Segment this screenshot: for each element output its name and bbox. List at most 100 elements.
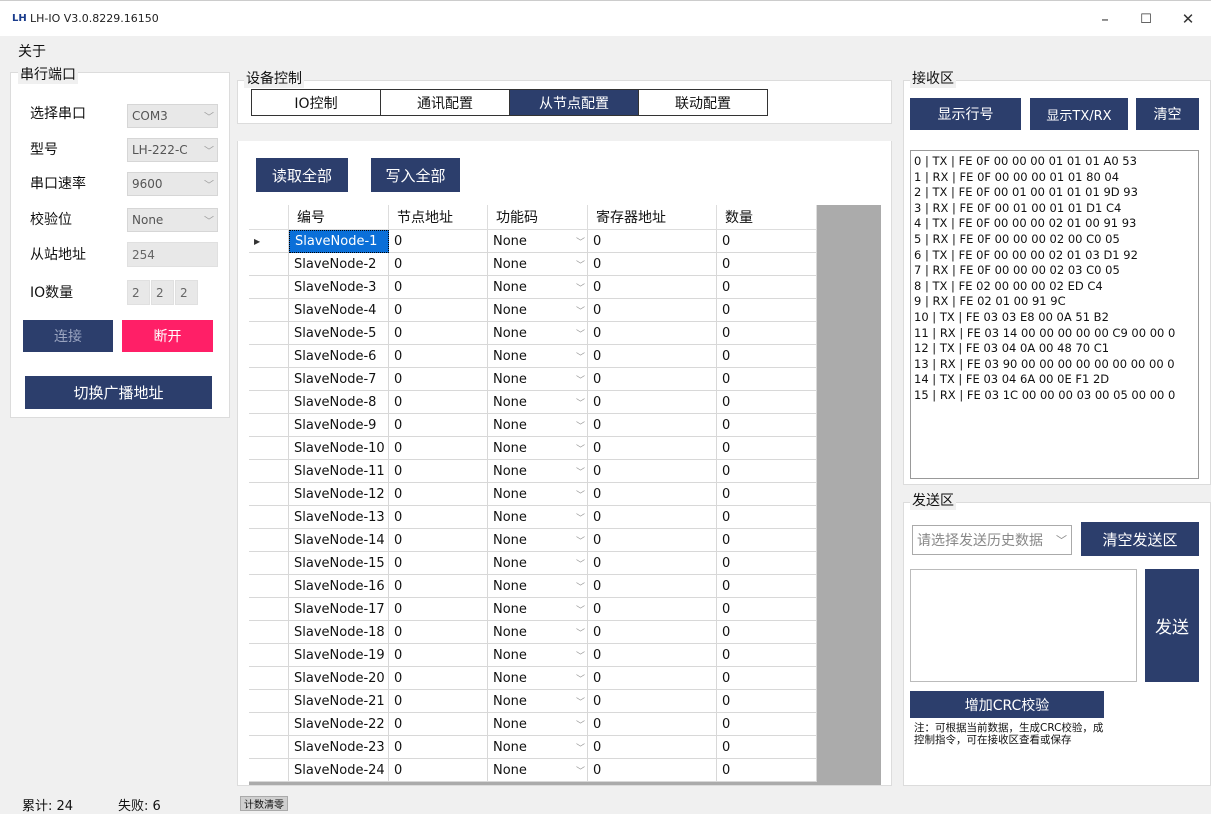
cell-addr[interactable]: 0	[389, 759, 488, 782]
cell-name[interactable]: SlaveNode-8	[289, 391, 389, 414]
cell-qty[interactable]: 0	[717, 575, 817, 598]
cell-name[interactable]: SlaveNode-14	[289, 529, 389, 552]
cell-name[interactable]: SlaveNode-6	[289, 345, 389, 368]
row-header[interactable]	[249, 299, 289, 322]
column-header-node-address[interactable]: 节点地址	[389, 205, 488, 230]
column-header-name[interactable]: 编号	[289, 205, 389, 230]
cell-addr[interactable]: 0	[389, 736, 488, 759]
cell-func[interactable]: None ﹀	[488, 529, 588, 552]
cell-name[interactable]: SlaveNode-21	[289, 690, 389, 713]
cell-func[interactable]: None ﹀	[488, 598, 588, 621]
row-header[interactable]	[249, 713, 289, 736]
cell-qty[interactable]: 0	[717, 368, 817, 391]
cell-reg[interactable]: 0	[588, 690, 717, 713]
row-header[interactable]	[249, 506, 289, 529]
io-count-input-2[interactable]: 2	[151, 280, 174, 305]
column-header-function-code[interactable]: 功能码	[488, 205, 588, 230]
cell-qty[interactable]: 0	[717, 276, 817, 299]
cell-addr[interactable]: 0	[389, 437, 488, 460]
cell-addr[interactable]: 0	[389, 506, 488, 529]
row-header[interactable]	[249, 552, 289, 575]
cell-func[interactable]: None ﹀	[488, 299, 588, 322]
cell-addr[interactable]: 0	[389, 690, 488, 713]
cell-func[interactable]: None ﹀	[488, 713, 588, 736]
cell-name[interactable]: SlaveNode-11	[289, 460, 389, 483]
row-header[interactable]	[249, 644, 289, 667]
cell-qty[interactable]: 0	[717, 713, 817, 736]
cell-addr[interactable]: 0	[389, 598, 488, 621]
cell-qty[interactable]: 0	[717, 506, 817, 529]
cell-func[interactable]: None ﹀	[488, 391, 588, 414]
cell-func[interactable]: None ﹀	[488, 736, 588, 759]
cell-func[interactable]: None ﹀	[488, 483, 588, 506]
table-row[interactable]: SlaveNode-15 0 None ﹀ 0 0	[249, 552, 817, 575]
cell-name[interactable]: SlaveNode-17	[289, 598, 389, 621]
cell-addr[interactable]: 0	[389, 345, 488, 368]
cell-reg[interactable]: 0	[588, 322, 717, 345]
table-row[interactable]: SlaveNode-17 0 None ﹀ 0 0	[249, 598, 817, 621]
cell-reg[interactable]: 0	[588, 529, 717, 552]
cell-addr[interactable]: 0	[389, 713, 488, 736]
cell-name[interactable]: SlaveNode-12	[289, 483, 389, 506]
cell-addr[interactable]: 0	[389, 529, 488, 552]
cell-addr[interactable]: 0	[389, 230, 488, 253]
add-crc-button[interactable]: 增加CRC校验	[910, 691, 1104, 718]
cell-addr[interactable]: 0	[389, 621, 488, 644]
cell-reg[interactable]: 0	[588, 506, 717, 529]
cell-func[interactable]: None ﹀	[488, 759, 588, 782]
cell-addr[interactable]: 0	[389, 368, 488, 391]
cell-reg[interactable]: 0	[588, 736, 717, 759]
table-row[interactable]: SlaveNode-7 0 None ﹀ 0 0	[249, 368, 817, 391]
cell-name[interactable]: SlaveNode-5	[289, 322, 389, 345]
table-row[interactable]: SlaveNode-6 0 None ﹀ 0 0	[249, 345, 817, 368]
read-all-button[interactable]: 读取全部	[256, 158, 348, 192]
cell-name[interactable]: SlaveNode-1	[289, 230, 389, 253]
cell-qty[interactable]: 0	[717, 322, 817, 345]
model-select[interactable]: LH-222-C ﹀	[127, 138, 218, 162]
cell-reg[interactable]: 0	[588, 299, 717, 322]
row-header[interactable]	[249, 759, 289, 782]
reset-count-button[interactable]: 计数清零	[240, 796, 288, 811]
table-row[interactable]: SlaveNode-9 0 None ﹀ 0 0	[249, 414, 817, 437]
cell-name[interactable]: SlaveNode-19	[289, 644, 389, 667]
cell-reg[interactable]: 0	[588, 644, 717, 667]
cell-func[interactable]: None ﹀	[488, 621, 588, 644]
table-row[interactable]: SlaveNode-3 0 None ﹀ 0 0	[249, 276, 817, 299]
clear-receive-button[interactable]: 清空	[1136, 98, 1199, 130]
row-header[interactable]	[249, 598, 289, 621]
cell-func[interactable]: None ﹀	[488, 506, 588, 529]
send-button[interactable]: 发送	[1145, 569, 1199, 682]
cell-addr[interactable]: 0	[389, 460, 488, 483]
cell-reg[interactable]: 0	[588, 391, 717, 414]
cell-reg[interactable]: 0	[588, 276, 717, 299]
column-header-quantity[interactable]: 数量	[717, 205, 817, 230]
clear-send-button[interactable]: 清空发送区	[1081, 522, 1199, 556]
slave-address-input[interactable]: 254	[127, 242, 218, 267]
table-row[interactable]: SlaveNode-5 0 None ﹀ 0 0	[249, 322, 817, 345]
cell-name[interactable]: SlaveNode-7	[289, 368, 389, 391]
cell-name[interactable]: SlaveNode-9	[289, 414, 389, 437]
tab-linkage-config[interactable]: 联动配置	[638, 89, 768, 116]
row-header[interactable]	[249, 575, 289, 598]
table-row[interactable]: SlaveNode-16 0 None ﹀ 0 0	[249, 575, 817, 598]
table-row[interactable]: SlaveNode-22 0 None ﹀ 0 0	[249, 713, 817, 736]
cell-func[interactable]: None ﹀	[488, 667, 588, 690]
cell-reg[interactable]: 0	[588, 667, 717, 690]
cell-qty[interactable]: 0	[717, 414, 817, 437]
cell-reg[interactable]: 0	[588, 713, 717, 736]
tab-slave-node-config[interactable]: 从节点配置	[509, 89, 639, 116]
cell-qty[interactable]: 0	[717, 345, 817, 368]
receive-log[interactable]: 0 | TX | FE 0F 00 00 00 01 01 01 A0 53 1 …	[910, 150, 1199, 479]
send-history-select[interactable]: 请选择发送历史数据 ﹀	[912, 525, 1072, 555]
cell-qty[interactable]: 0	[717, 621, 817, 644]
cell-reg[interactable]: 0	[588, 368, 717, 391]
cell-qty[interactable]: 0	[717, 529, 817, 552]
column-header-register-address[interactable]: 寄存器地址	[588, 205, 717, 230]
io-count-input-1[interactable]: 2	[127, 280, 150, 305]
cell-qty[interactable]: 0	[717, 391, 817, 414]
row-header[interactable]	[249, 276, 289, 299]
cell-reg[interactable]: 0	[588, 460, 717, 483]
cell-reg[interactable]: 0	[588, 598, 717, 621]
cell-name[interactable]: SlaveNode-24	[289, 759, 389, 782]
row-header[interactable]	[249, 483, 289, 506]
